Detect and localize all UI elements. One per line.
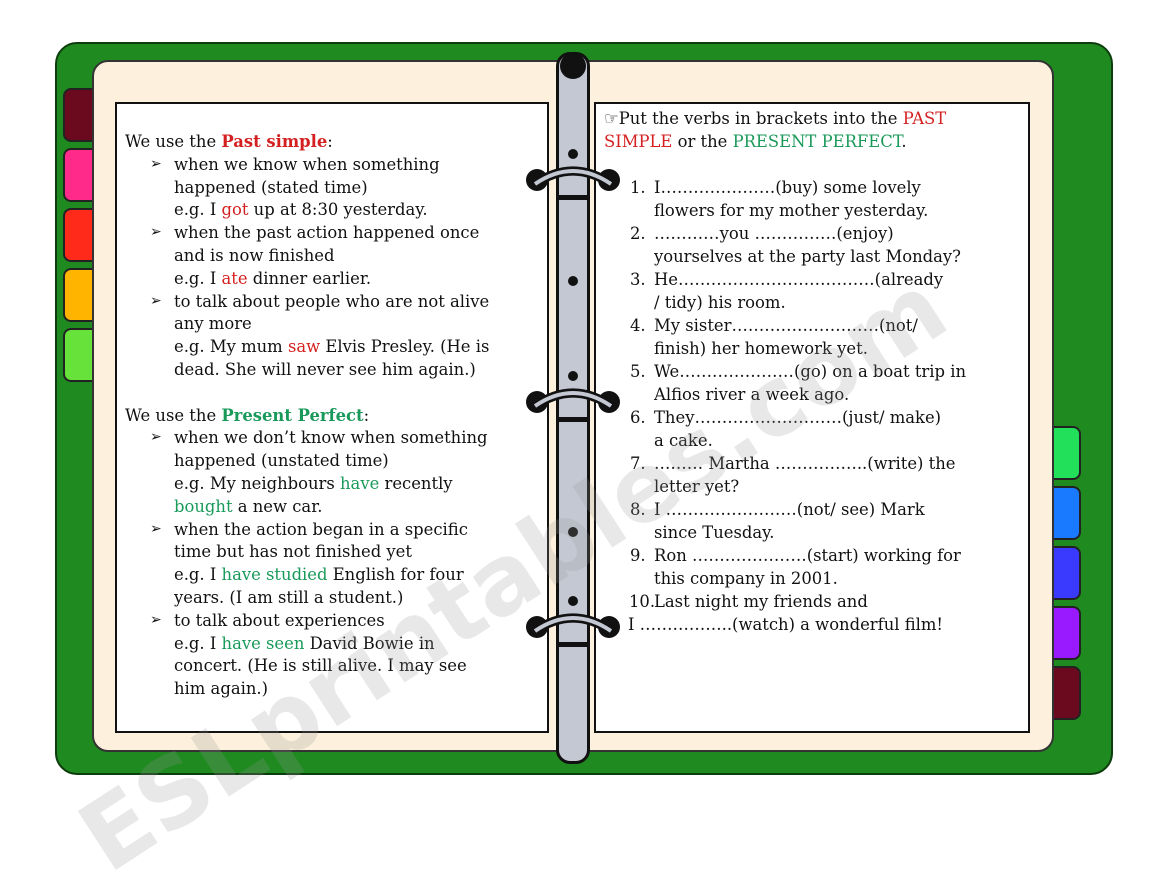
binder-ring-icon: [526, 371, 620, 422]
spine-hole-icon: [568, 527, 578, 537]
spine-hole-icon: [568, 276, 578, 286]
binder-ring-icon: [526, 149, 620, 200]
binder-rings: [526, 53, 620, 647]
binder-ring-icon: [526, 596, 620, 647]
ring-icon: [560, 53, 586, 79]
